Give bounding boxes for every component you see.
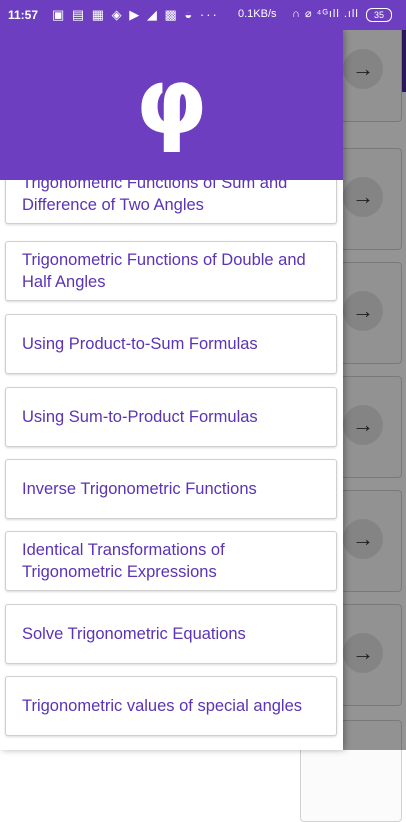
drawer-item-special-angles[interactable]: Trigonometric values of special angles <box>5 676 337 736</box>
drawer-item-label: Solve Trigonometric Equations <box>22 625 246 643</box>
signal-icon: ∩ ⌀ ⁴ᴳıll .ıll <box>292 8 359 20</box>
drawer-item-label: Trigonometric values of special angles <box>22 697 303 715</box>
status-time: 11:57 <box>8 8 39 22</box>
drawer-item-label: Using Sum-to-Product Formulas <box>22 408 258 426</box>
drawer-item-identical-transformations[interactable]: Identical Transformations of Trigonometr… <box>5 531 337 591</box>
network-speed: 0.1KB/s <box>238 8 277 20</box>
navigation-drawer: Trigonometric Functions of Sum and Diffe… <box>0 30 343 750</box>
drawer-item-label: Trigonometric Functions of Double and Ha… <box>22 251 306 291</box>
drawer-item-sum-to-product[interactable]: Using Sum-to-Product Formulas <box>5 387 337 447</box>
phi-logo-icon: φ <box>135 48 208 155</box>
drawer-item-label: Using Product-to-Sum Formulas <box>22 335 258 353</box>
battery-icon: 35 <box>366 8 392 22</box>
drawer-item-double-half[interactable]: Trigonometric Functions of Double and Ha… <box>5 241 337 301</box>
notification-icons: ▣ ▤ ▦ ◈ ▶ ◢ ▩ ◒ ··· <box>52 7 219 22</box>
drawer-item-solve-equations[interactable]: Solve Trigonometric Equations <box>5 604 337 664</box>
drawer-item-label: Identical Transformations of Trigonometr… <box>22 541 225 581</box>
drawer-item-inverse-functions[interactable]: Inverse Trigonometric Functions <box>5 459 337 519</box>
drawer-header: φ <box>0 30 343 180</box>
status-bar: 11:57 ▣ ▤ ▦ ◈ ▶ ◢ ▩ ◒ ··· 0.1KB/s ∩ ⌀ ⁴ᴳ… <box>0 0 406 30</box>
drawer-item-label: Inverse Trigonometric Functions <box>22 480 257 498</box>
drawer-item-product-to-sum[interactable]: Using Product-to-Sum Formulas <box>5 314 337 374</box>
